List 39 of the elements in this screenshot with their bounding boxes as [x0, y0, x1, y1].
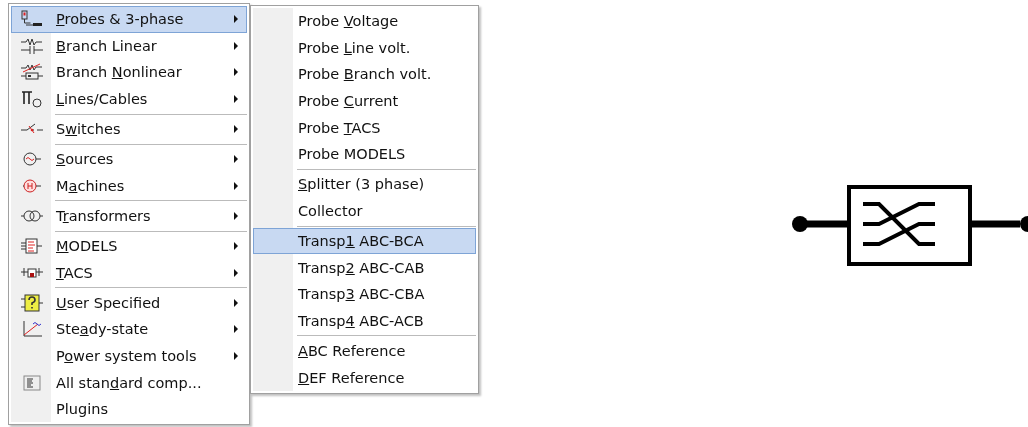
probe-icon: [20, 10, 44, 29]
menu-item[interactable]: ABC Reference: [253, 337, 476, 365]
menu-item[interactable]: All standard comp...: [11, 369, 247, 396]
list-icon: [20, 373, 44, 392]
menu-item[interactable]: Probe Line volt.: [253, 34, 476, 62]
menu-item[interactable]: Collector: [253, 197, 476, 225]
menu-item[interactable]: Probes & 3-phase: [11, 6, 247, 33]
menu-item[interactable]: User Specified: [11, 289, 247, 317]
menu-item[interactable]: Plugins: [11, 395, 247, 423]
menu-item[interactable]: Probe Branch volt.: [253, 61, 476, 88]
menu-item[interactable]: Splitter (3 phase): [253, 171, 476, 198]
machine-icon: [20, 176, 44, 195]
menu-item[interactable]: Transp2 ABC-CAB: [253, 254, 476, 281]
menu-item[interactable]: Transformers: [11, 202, 247, 230]
menu-item[interactable]: MODELS: [11, 232, 247, 260]
models-block-icon: [20, 237, 44, 256]
nonlinear-branch-icon: [20, 63, 44, 82]
menu-item[interactable]: Branch Nonlinear: [11, 59, 247, 86]
menu-item[interactable]: Lines/Cables: [11, 85, 247, 113]
menu-item[interactable]: Transp1 ABC-BCA: [253, 227, 476, 255]
steady-state-graph-icon: [20, 320, 44, 339]
menu-item[interactable]: Steady-state: [11, 316, 247, 343]
menu-item[interactable]: DEF Reference: [253, 364, 476, 391]
menu-item[interactable]: Sources: [11, 145, 247, 173]
menu-item[interactable]: Branch Linear: [11, 32, 247, 60]
menu-item[interactable]: Machines: [11, 172, 247, 200]
menu-item[interactable]: Power system tools: [11, 342, 247, 370]
line-cable-icon: [20, 90, 44, 109]
ac-source-icon: [20, 150, 44, 169]
menu-item[interactable]: Probe Current: [253, 87, 476, 115]
menu-item[interactable]: Transp3 ABC-CBA: [253, 280, 476, 308]
menu-item[interactable]: Transp4 ABC-ACB: [253, 307, 476, 335]
question-block-icon: [20, 293, 44, 312]
menu-item[interactable]: Probe MODELS: [253, 140, 476, 168]
menu-item[interactable]: Switches: [11, 115, 247, 143]
menu-item[interactable]: TACS: [11, 259, 247, 286]
menu-item[interactable]: Probe Voltage: [253, 8, 476, 35]
menu-item[interactable]: Probe TACS: [253, 114, 476, 141]
resistor-capacitor-icon: [20, 36, 44, 55]
